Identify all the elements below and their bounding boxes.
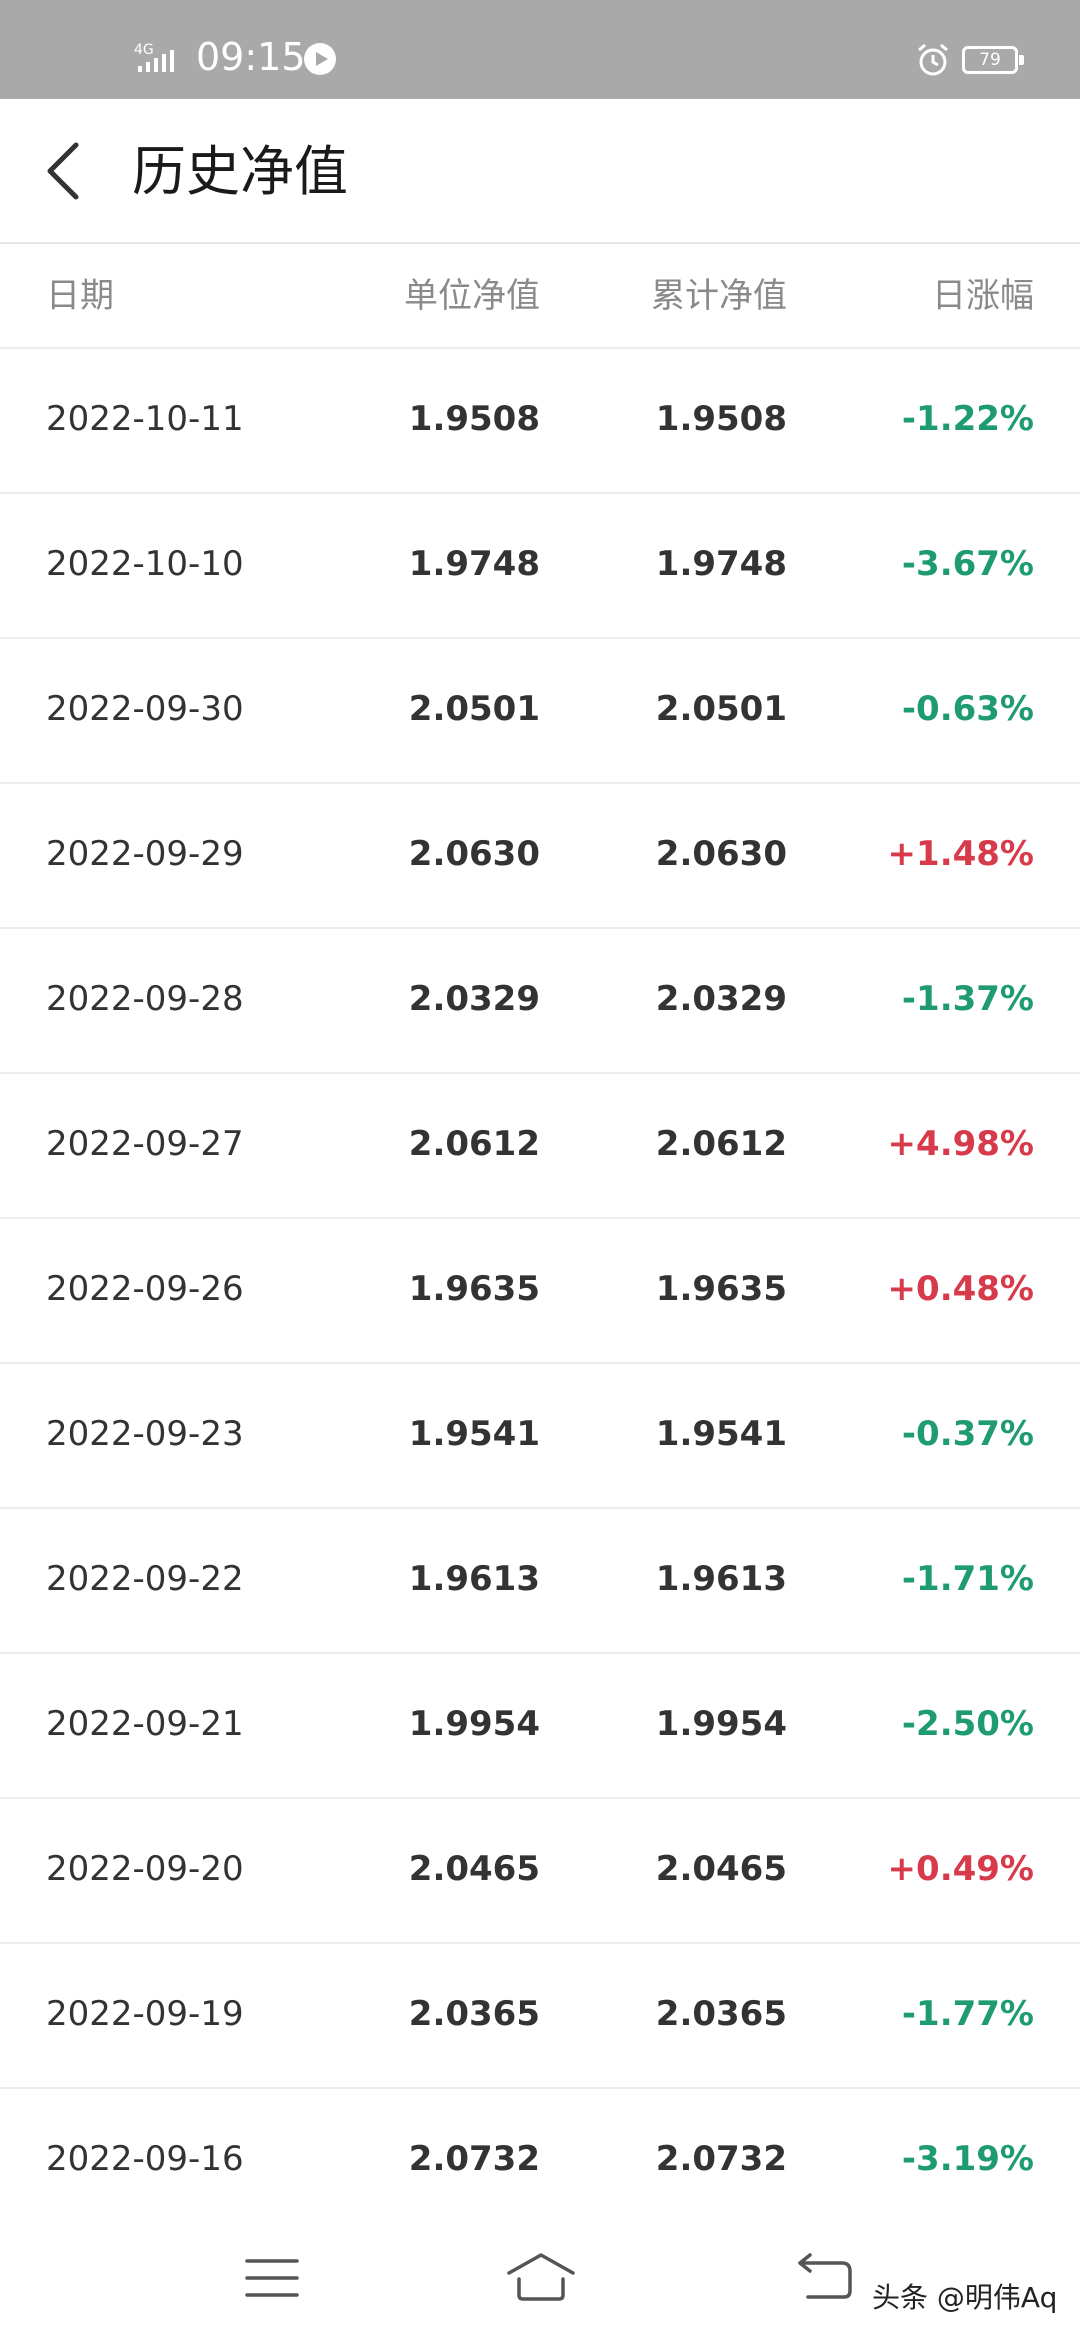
cell-cumulative-nav: 2.0630 bbox=[655, 834, 787, 874]
battery-level: 79 bbox=[979, 50, 1001, 70]
cell-daily-change: +4.98% bbox=[887, 1124, 1034, 1164]
cell-date: 2022-09-30 bbox=[46, 689, 244, 729]
table-row[interactable]: 2022-09-19 2.0365 2.0365 -1.77% bbox=[0, 1944, 1080, 2089]
cell-daily-change: +0.48% bbox=[887, 1269, 1034, 1309]
cell-cumulative-nav: 1.9541 bbox=[655, 1414, 787, 1454]
cell-daily-change: -1.77% bbox=[901, 1994, 1034, 2034]
cell-date: 2022-09-22 bbox=[46, 1559, 244, 1599]
column-header-date: 日期 bbox=[46, 276, 114, 316]
cell-date: 2022-09-19 bbox=[46, 1994, 244, 2034]
nav-history-table: 2022-10-11 1.9508 1.9508 -1.22% 2022-10-10 1.… bbox=[0, 349, 1080, 2234]
cell-unit-nav: 1.9954 bbox=[408, 1704, 540, 1744]
cell-unit-nav: 2.0612 bbox=[408, 1124, 540, 1164]
cell-unit-nav: 2.0732 bbox=[408, 2139, 540, 2179]
cell-unit-nav: 2.0501 bbox=[408, 689, 540, 729]
column-header-daily-change: 日涨幅 bbox=[932, 276, 1034, 316]
cell-cumulative-nav: 1.9635 bbox=[655, 1269, 787, 1309]
cell-cumulative-nav: 2.0465 bbox=[655, 1849, 787, 1889]
status-bar: 4G 09:15 79 bbox=[0, 0, 1080, 99]
cell-daily-change: -0.63% bbox=[901, 689, 1034, 729]
cell-date: 2022-09-27 bbox=[46, 1124, 244, 1164]
table-row[interactable]: 2022-09-28 2.0329 2.0329 -1.37% bbox=[0, 929, 1080, 1074]
column-header-unit-nav: 单位净值 bbox=[404, 276, 540, 316]
play-icon bbox=[304, 43, 336, 75]
table-row[interactable]: 2022-09-29 2.0630 2.0630 +1.48% bbox=[0, 784, 1080, 929]
cell-cumulative-nav: 2.0329 bbox=[655, 979, 787, 1019]
status-time: 09:15 bbox=[196, 35, 306, 79]
cell-cumulative-nav: 2.0732 bbox=[655, 2139, 787, 2179]
cell-date: 2022-10-10 bbox=[46, 544, 244, 584]
table-row[interactable]: 2022-09-23 1.9541 1.9541 -0.37% bbox=[0, 1364, 1080, 1509]
cell-unit-nav: 2.0329 bbox=[408, 979, 540, 1019]
cell-daily-change: -1.37% bbox=[901, 979, 1034, 1019]
app-header: 历史净值 bbox=[0, 99, 1080, 244]
cell-unit-nav: 1.9748 bbox=[408, 544, 540, 584]
svg-text:4G: 4G bbox=[134, 42, 154, 58]
cell-daily-change: +1.48% bbox=[887, 834, 1034, 874]
cell-daily-change: +0.49% bbox=[887, 1849, 1034, 1889]
cell-date: 2022-09-29 bbox=[46, 834, 244, 874]
menu-icon[interactable] bbox=[244, 2255, 300, 2301]
cell-date: 2022-09-26 bbox=[46, 1269, 244, 1309]
cell-daily-change: -3.67% bbox=[901, 544, 1034, 584]
table-row[interactable]: 2022-09-21 1.9954 1.9954 -2.50% bbox=[0, 1654, 1080, 1799]
system-nav-bar bbox=[0, 2215, 1080, 2340]
cell-cumulative-nav: 1.9954 bbox=[655, 1704, 787, 1744]
cell-unit-nav: 1.9635 bbox=[408, 1269, 540, 1309]
watermark: 头条 @明伟Aq bbox=[872, 2281, 1058, 2314]
cell-date: 2022-10-11 bbox=[46, 399, 244, 439]
cell-date: 2022-09-16 bbox=[46, 2139, 244, 2179]
home-icon[interactable] bbox=[505, 2249, 577, 2305]
table-row[interactable]: 2022-09-26 1.9635 1.9635 +0.48% bbox=[0, 1219, 1080, 1364]
cell-date: 2022-09-21 bbox=[46, 1704, 244, 1744]
table-row[interactable]: 2022-10-10 1.9748 1.9748 -3.67% bbox=[0, 494, 1080, 639]
table-row[interactable]: 2022-09-30 2.0501 2.0501 -0.63% bbox=[0, 639, 1080, 784]
table-row[interactable]: 2022-09-16 2.0732 2.0732 -3.19% bbox=[0, 2089, 1080, 2234]
cell-unit-nav: 2.0465 bbox=[408, 1849, 540, 1889]
table-row[interactable]: 2022-10-11 1.9508 1.9508 -1.22% bbox=[0, 349, 1080, 494]
table-row[interactable]: 2022-09-27 2.0612 2.0612 +4.98% bbox=[0, 1074, 1080, 1219]
battery-icon: 79 bbox=[962, 46, 1024, 74]
cell-cumulative-nav: 2.0365 bbox=[655, 1994, 787, 2034]
cell-unit-nav: 2.0365 bbox=[408, 1994, 540, 2034]
back-icon[interactable] bbox=[796, 2251, 856, 2303]
cell-date: 2022-09-23 bbox=[46, 1414, 244, 1454]
table-row[interactable]: 2022-09-20 2.0465 2.0465 +0.49% bbox=[0, 1799, 1080, 1944]
cell-daily-change: -1.22% bbox=[901, 399, 1034, 439]
cell-unit-nav: 2.0630 bbox=[408, 834, 540, 874]
cell-daily-change: -2.50% bbox=[901, 1704, 1034, 1744]
cell-cumulative-nav: 1.9748 bbox=[655, 544, 787, 584]
cell-cumulative-nav: 2.0612 bbox=[655, 1124, 787, 1164]
table-header: 日期 单位净值 累计净值 日涨幅 bbox=[0, 244, 1080, 349]
cell-daily-change: -1.71% bbox=[901, 1559, 1034, 1599]
page-title: 历史净值 bbox=[132, 140, 348, 203]
cell-daily-change: -3.19% bbox=[901, 2139, 1034, 2179]
cell-cumulative-nav: 1.9508 bbox=[655, 399, 787, 439]
signal-icon: 4G bbox=[134, 42, 174, 72]
cell-date: 2022-09-28 bbox=[46, 979, 244, 1019]
cell-daily-change: -0.37% bbox=[901, 1414, 1034, 1454]
table-row[interactable]: 2022-09-22 1.9613 1.9613 -1.71% bbox=[0, 1509, 1080, 1654]
cell-date: 2022-09-20 bbox=[46, 1849, 244, 1889]
column-header-cumulative-nav: 累计净值 bbox=[651, 276, 787, 316]
cell-unit-nav: 1.9613 bbox=[408, 1559, 540, 1599]
cell-unit-nav: 1.9508 bbox=[408, 399, 540, 439]
cell-unit-nav: 1.9541 bbox=[408, 1414, 540, 1454]
cell-cumulative-nav: 1.9613 bbox=[655, 1559, 787, 1599]
alarm-icon bbox=[918, 43, 948, 76]
chevron-left-icon[interactable] bbox=[36, 135, 96, 207]
cell-cumulative-nav: 2.0501 bbox=[655, 689, 787, 729]
